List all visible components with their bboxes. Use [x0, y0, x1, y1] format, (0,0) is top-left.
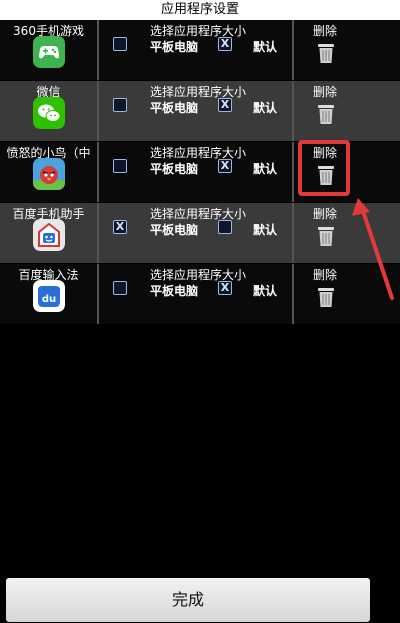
tablet-checkbox[interactable] [113, 98, 127, 112]
column-divider [292, 20, 294, 80]
annotation-arrow-icon [352, 198, 394, 300]
baidu-input-icon: du [33, 280, 65, 312]
size-title: 选择应用程序大小 [150, 146, 247, 160]
app-cell: 360手机游戏 [0, 20, 97, 80]
size-title: 选择应用程序大小 [150, 24, 247, 38]
delete-label: 删除 [313, 207, 338, 221]
app-cell: 愤怒的小鸟（中 [0, 142, 97, 202]
column-divider [97, 203, 99, 263]
size-title: 选择应用程序大小 [150, 207, 247, 221]
column-divider [97, 20, 99, 80]
column-divider [292, 264, 294, 324]
column-divider [292, 81, 294, 141]
list-item: 微信 选择应用程序大小 平板电脑 X 默认 删除 [0, 81, 400, 142]
default-option-label: 默认 [253, 40, 278, 54]
default-checkbox[interactable] [218, 220, 232, 234]
list-item: 360手机游戏 选择应用程序大小 平板电脑 X 默认 删除 [0, 20, 400, 81]
footer: 完成 [0, 575, 400, 623]
delete-label: 删除 [313, 85, 338, 99]
trash-icon[interactable] [317, 225, 335, 247]
tablet-option-label: 平板电脑 [150, 101, 199, 115]
app-cell: 百度输入法 du [0, 264, 97, 324]
default-option-label: 默认 [253, 162, 278, 176]
column-divider [97, 142, 99, 202]
annotation-highlight-box [298, 140, 350, 196]
default-checkbox[interactable]: X [218, 281, 232, 295]
done-button[interactable]: 完成 [6, 578, 370, 622]
trash-icon[interactable] [317, 103, 335, 125]
column-divider [292, 203, 294, 263]
default-option-label: 默认 [253, 284, 278, 298]
column-divider [292, 142, 294, 202]
delete-label: 删除 [313, 268, 338, 282]
tablet-checkbox[interactable] [113, 37, 127, 51]
app-cell: 微信 [0, 81, 97, 141]
trash-icon[interactable] [317, 42, 335, 64]
app-cell: 百度手机助手 [0, 203, 97, 263]
size-title: 选择应用程序大小 [150, 85, 247, 99]
tablet-option-label: 平板电脑 [150, 162, 199, 176]
tablet-option-label: 平板电脑 [150, 223, 199, 237]
tablet-option-label: 平板电脑 [150, 40, 199, 54]
tablet-checkbox[interactable] [113, 281, 127, 295]
angry-birds-icon [33, 158, 65, 190]
delete-label: 删除 [313, 24, 338, 38]
default-checkbox[interactable]: X [218, 98, 232, 112]
trash-icon[interactable] [317, 286, 335, 308]
column-divider [97, 81, 99, 141]
game-controller-icon [33, 36, 65, 68]
tablet-option-label: 平板电脑 [150, 284, 199, 298]
tablet-checkbox[interactable] [113, 159, 127, 173]
baidu-assistant-icon [33, 219, 65, 251]
default-option-label: 默认 [253, 101, 278, 115]
page-title: 应用程序设置 [0, 0, 400, 20]
tablet-checkbox[interactable]: X [113, 220, 127, 234]
default-checkbox[interactable]: X [218, 159, 232, 173]
column-divider [97, 264, 99, 324]
svg-text:du: du [42, 294, 56, 305]
wechat-icon [33, 97, 65, 129]
default-checkbox[interactable]: X [218, 37, 232, 51]
default-option-label: 默认 [253, 223, 278, 237]
size-title: 选择应用程序大小 [150, 268, 247, 282]
